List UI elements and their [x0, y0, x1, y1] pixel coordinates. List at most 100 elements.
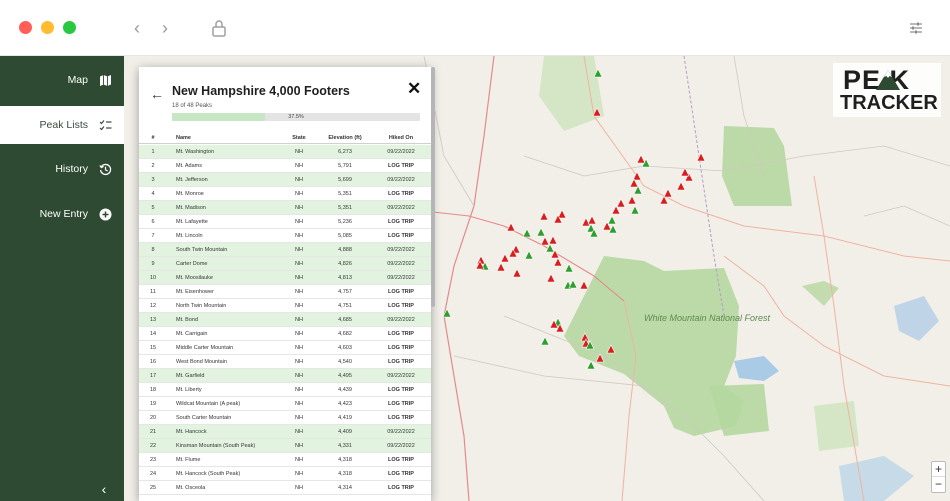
- unhiked-peak-marker[interactable]: [579, 280, 589, 290]
- unhiked-peak-marker[interactable]: [546, 273, 556, 283]
- log-trip-button[interactable]: LOG TRIP: [375, 383, 427, 397]
- table-row[interactable]: 2 Mt. Adams NH 5,791 LOG TRIP: [139, 159, 431, 173]
- log-trip-button[interactable]: LOG TRIP: [375, 453, 427, 467]
- table-row[interactable]: 7 Mt. Lincoln NH 5,085 LOG TRIP: [139, 229, 431, 243]
- peak-name: Mt. Hancock (South Peak): [176, 471, 241, 477]
- back-arrow-icon[interactable]: ‹: [127, 17, 147, 39]
- peak-elevation: 4,757: [338, 289, 352, 295]
- log-trip-button[interactable]: LOG TRIP: [375, 397, 427, 411]
- log-trip-button[interactable]: LOG TRIP: [375, 481, 427, 495]
- log-trip-button[interactable]: LOG TRIP: [375, 159, 427, 173]
- plus-circle-icon: [98, 207, 112, 221]
- row-number: 17: [149, 373, 157, 379]
- unhiked-peak-marker[interactable]: [676, 181, 686, 191]
- close-icon[interactable]: ✕: [407, 79, 421, 99]
- hiked-peak-marker[interactable]: [586, 360, 596, 370]
- zoom-in-button[interactable]: +: [932, 462, 945, 477]
- peak-name: Mt. Flume: [176, 457, 201, 463]
- unhiked-peak-marker[interactable]: [587, 215, 597, 225]
- back-arrow-icon[interactable]: ←: [150, 87, 164, 101]
- unhiked-peak-marker[interactable]: [553, 257, 563, 267]
- sidebar-item-map[interactable]: Map: [0, 61, 124, 99]
- maximize-window-button[interactable]: [63, 21, 76, 34]
- sidebar-item-history[interactable]: History: [0, 150, 124, 188]
- sidebar-item-peak-lists[interactable]: Peak Lists: [0, 106, 124, 144]
- table-row[interactable]: 12 North Twin Mountain NH 4,751 LOG TRIP: [139, 299, 431, 313]
- hiked-peak-marker[interactable]: [524, 250, 534, 260]
- peak-state: NH: [295, 303, 303, 309]
- unhiked-peak-marker[interactable]: [506, 222, 516, 232]
- hiked-peak-marker[interactable]: [564, 263, 574, 273]
- unhiked-peak-marker[interactable]: [496, 262, 506, 272]
- hiked-peak-marker[interactable]: [522, 228, 532, 238]
- panel-title: New Hampshire 4,000 Footers: [172, 84, 350, 98]
- unhiked-peak-marker[interactable]: [680, 167, 690, 177]
- table-row[interactable]: 9 Carter Dome NH 4,826 09/22/2022: [139, 257, 431, 271]
- log-trip-button[interactable]: LOG TRIP: [375, 341, 427, 355]
- unhiked-peak-marker[interactable]: [696, 152, 706, 162]
- table-row[interactable]: 1 Mt. Washington NH 6,273 09/22/2022: [139, 145, 431, 159]
- table-row[interactable]: 6 Mt. Lafayette NH 5,236 LOG TRIP: [139, 215, 431, 229]
- unhiked-peak-marker[interactable]: [539, 211, 549, 221]
- table-row[interactable]: 16 West Bond Mountain NH 4,540 LOG TRIP: [139, 355, 431, 369]
- table-row[interactable]: 25 Mt. Osceola NH 4,314 LOG TRIP: [139, 481, 431, 495]
- table-row[interactable]: 19 Wildcat Mountain (A peak) NH 4,423 LOG TR…: [139, 397, 431, 411]
- sidebar-item-new-entry[interactable]: New Entry: [0, 195, 124, 233]
- unhiked-peak-marker[interactable]: [548, 235, 558, 245]
- map-label: White Mountain National Forest: [644, 313, 771, 323]
- unhiked-peak-marker[interactable]: [627, 195, 637, 205]
- unhiked-peak-marker[interactable]: [540, 236, 550, 246]
- table-row[interactable]: 4 Mt. Monroe NH 5,351 LOG TRIP: [139, 187, 431, 201]
- peak-list-panel: ← New Hampshire 4,000 Footers ✕ 18 of 48…: [139, 67, 431, 501]
- table-row[interactable]: 22 Kinsman Mountain (South Peak) NH 4,331 09…: [139, 439, 431, 453]
- scrollbar[interactable]: [431, 67, 435, 307]
- table-row[interactable]: 14 Mt. Carrigain NH 4,682 LOG TRIP: [139, 327, 431, 341]
- unhiked-peak-marker[interactable]: [663, 188, 673, 198]
- log-trip-button[interactable]: LOG TRIP: [375, 327, 427, 341]
- table-row[interactable]: 21 Mt. Hancock NH 4,409 09/22/2022: [139, 425, 431, 439]
- table-row[interactable]: 17 Mt. Garfield NH 4,495 09/22/2022: [139, 369, 431, 383]
- table-row[interactable]: 18 Mt. Liberty NH 4,439 LOG TRIP: [139, 383, 431, 397]
- table-row[interactable]: 8 South Twin Mountain NH 4,888 09/22/2022: [139, 243, 431, 257]
- table-row[interactable]: 5 Mt. Madison NH 5,351 09/22/2022: [139, 201, 431, 215]
- peak-elevation: 5,085: [338, 233, 352, 239]
- table-row[interactable]: 3 Mt. Jefferson NH 5,699 09/22/2022: [139, 173, 431, 187]
- collapse-sidebar-icon[interactable]: ‹: [96, 482, 112, 496]
- unhiked-peak-marker[interactable]: [512, 268, 522, 278]
- table-row[interactable]: 20 South Carter Mountain NH 4,419 LOG TRIP: [139, 411, 431, 425]
- log-trip-button[interactable]: LOG TRIP: [375, 187, 427, 201]
- log-trip-button[interactable]: LOG TRIP: [375, 355, 427, 369]
- table-row[interactable]: 10 Mt. Moosilauke NH 4,813 09/22/2022: [139, 271, 431, 285]
- unhiked-peak-marker[interactable]: [616, 198, 626, 208]
- close-window-button[interactable]: [19, 21, 32, 34]
- log-trip-button[interactable]: LOG TRIP: [375, 467, 427, 481]
- highway: [443, 56, 495, 501]
- hiked-date: 09/22/2022: [387, 275, 415, 281]
- hiked-peak-marker[interactable]: [630, 205, 640, 215]
- unhiked-peak-marker[interactable]: [636, 154, 646, 164]
- hiked-peak-marker[interactable]: [568, 279, 578, 289]
- log-trip-button[interactable]: LOG TRIP: [375, 229, 427, 243]
- hiked-peak-marker[interactable]: [607, 215, 617, 225]
- zoom-out-button[interactable]: −: [932, 477, 945, 492]
- forest-area: [539, 56, 604, 131]
- hiked-peak-marker[interactable]: [540, 336, 550, 346]
- log-trip-button[interactable]: LOG TRIP: [375, 285, 427, 299]
- peak-name: Mt. Monroe: [176, 191, 204, 197]
- forward-arrow-icon[interactable]: ›: [155, 17, 175, 39]
- settings-sliders-icon[interactable]: [908, 20, 924, 36]
- unhiked-peak-marker[interactable]: [500, 253, 510, 263]
- table-row[interactable]: 15 Middle Carter Mountain NH 4,603 LOG TRIP: [139, 341, 431, 355]
- table-row[interactable]: 13 Mt. Bond NH 4,685 09/22/2022: [139, 313, 431, 327]
- log-trip-button[interactable]: LOG TRIP: [375, 299, 427, 313]
- log-trip-button[interactable]: LOG TRIP: [375, 215, 427, 229]
- lock-icon[interactable]: [211, 19, 227, 37]
- progress-bar: 37.5%: [172, 113, 420, 121]
- table-row[interactable]: 11 Mt. Eisenhower NH 4,757 LOG TRIP: [139, 285, 431, 299]
- table-row[interactable]: 23 Mt. Flume NH 4,318 LOG TRIP: [139, 453, 431, 467]
- log-trip-button[interactable]: LOG TRIP: [375, 411, 427, 425]
- table-row[interactable]: 24 Mt. Hancock (South Peak) NH 4,318 LOG TRI…: [139, 467, 431, 481]
- hiked-peak-marker[interactable]: [536, 227, 546, 237]
- peak-name: Mt. Liberty: [176, 387, 202, 393]
- minimize-window-button[interactable]: [41, 21, 54, 34]
